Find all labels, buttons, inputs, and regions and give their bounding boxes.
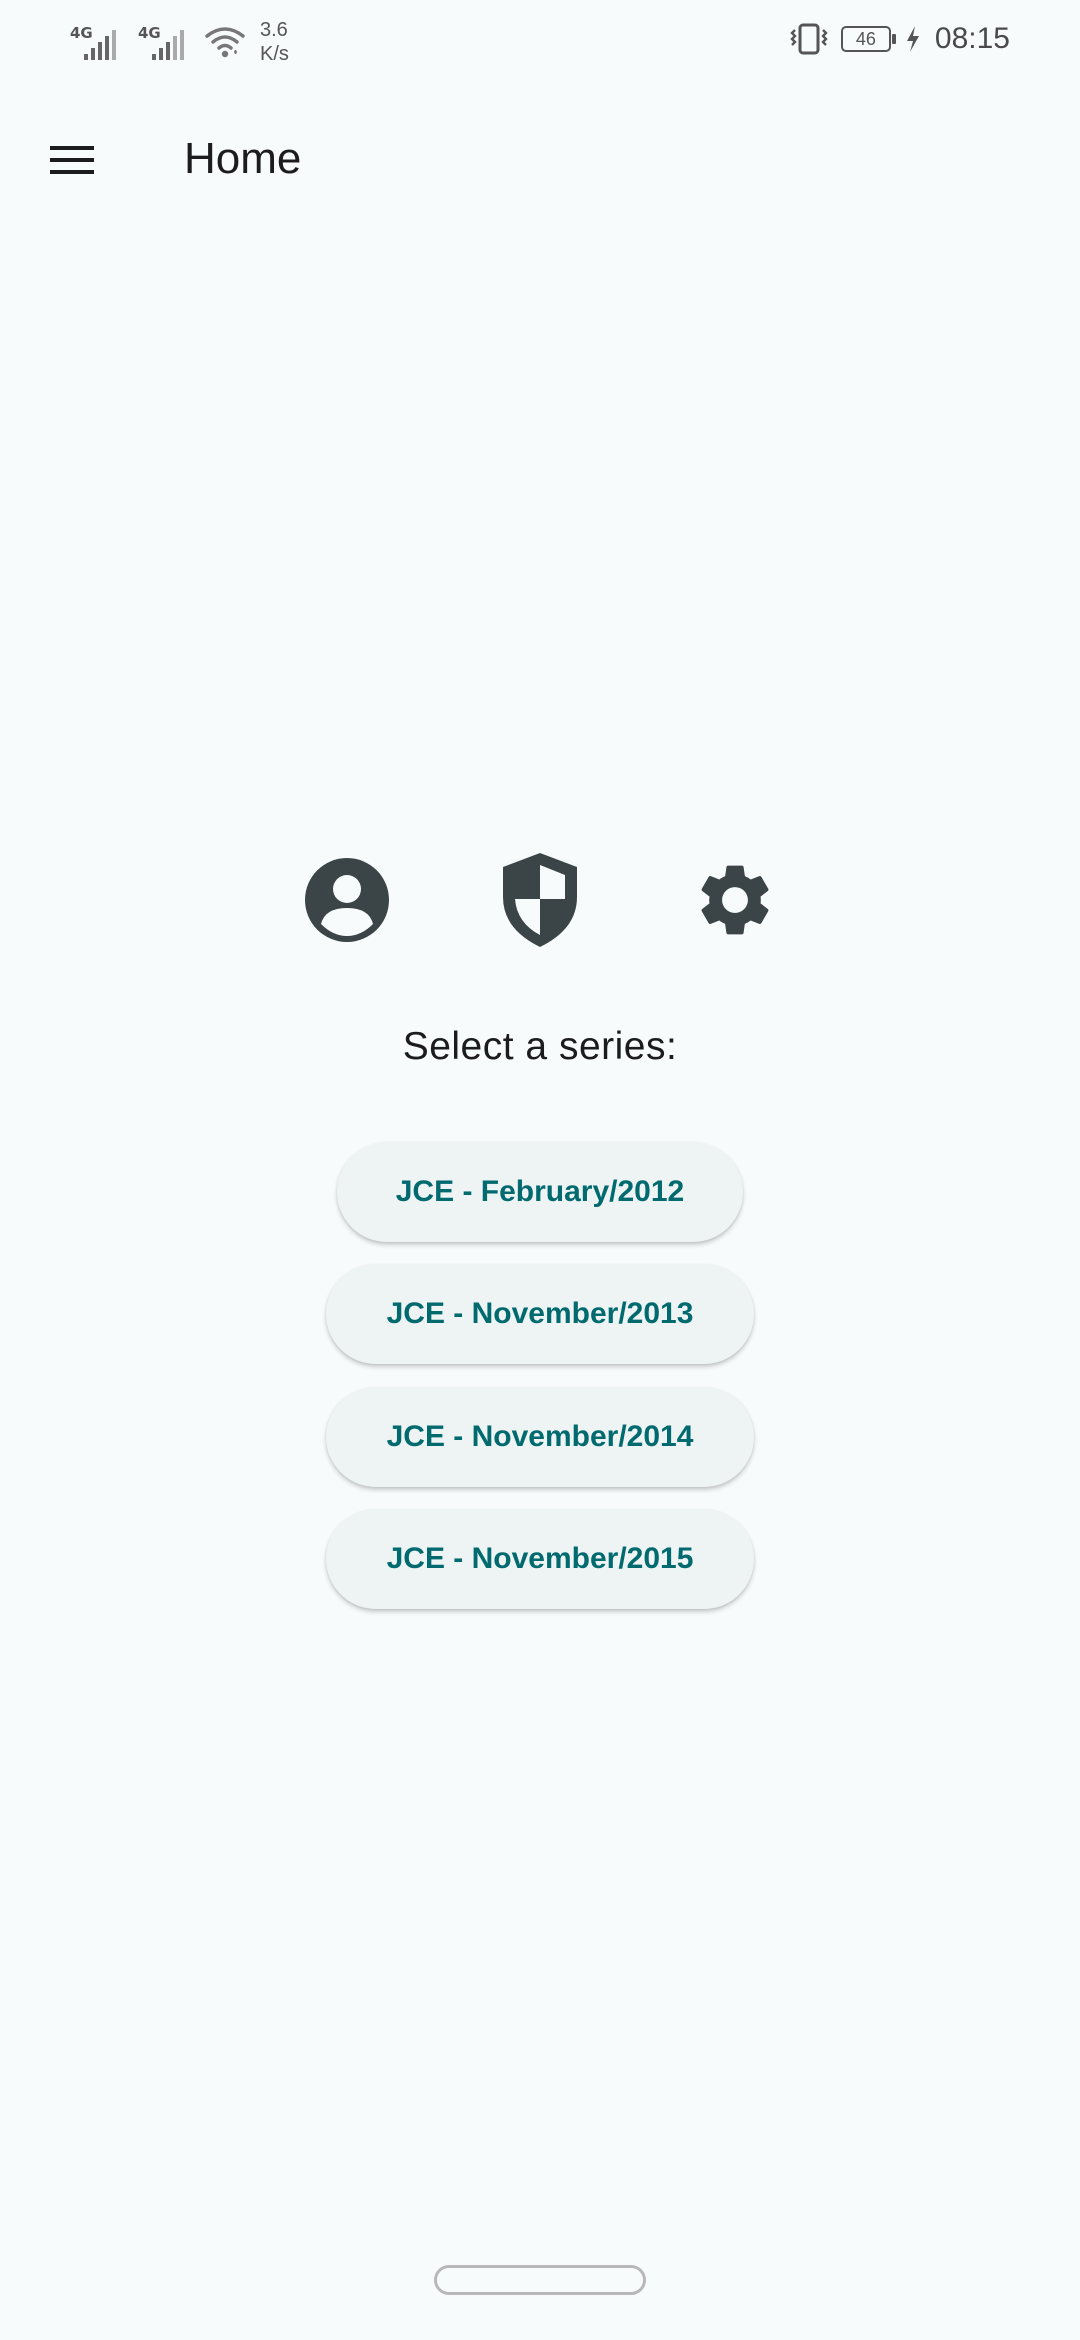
cell-signal-1-icon: 4G (68, 18, 124, 64)
clock: 08:15 (934, 22, 1010, 55)
gesture-home-indicator[interactable] (434, 2265, 646, 2295)
speed-value: 3.6 (260, 19, 288, 41)
speed-unit: K/s (260, 43, 289, 65)
settings-gear-icon[interactable] (685, 850, 785, 950)
wifi-icon (204, 24, 246, 70)
security-shield-icon[interactable] (490, 850, 590, 950)
vibrate-icon (790, 23, 828, 55)
series-button-feb-2012[interactable]: JCE - February/2012 (337, 1142, 743, 1242)
account-circle-icon[interactable] (297, 850, 397, 950)
battery-indicator: 46 (840, 26, 896, 52)
hamburger-menu-icon[interactable] (40, 132, 104, 188)
action-icon-row (0, 850, 1080, 950)
home-screen: 4G 4G 3.6 K/s 46 08:15 Home Select a ser… (0, 0, 1080, 2340)
select-series-prompt: Select a series: (402, 1025, 678, 1068)
cell-signal-2-icon: 4G (136, 18, 192, 64)
charging-bolt-icon (906, 26, 919, 52)
series-button-nov-2014[interactable]: JCE - November/2014 (326, 1387, 754, 1487)
page-title: Home (184, 134, 302, 183)
network-speed: 3.6 K/s (260, 18, 289, 66)
status-right: 46 08:15 (787, 22, 1010, 56)
app-bar: Home (0, 110, 1080, 210)
series-button-nov-2015[interactable]: JCE - November/2015 (326, 1509, 754, 1609)
series-button-nov-2013[interactable]: JCE - November/2013 (326, 1264, 754, 1364)
status-bar: 4G 4G 3.6 K/s 46 08:15 (0, 0, 1080, 90)
status-left: 4G 4G 3.6 K/s (68, 18, 289, 66)
